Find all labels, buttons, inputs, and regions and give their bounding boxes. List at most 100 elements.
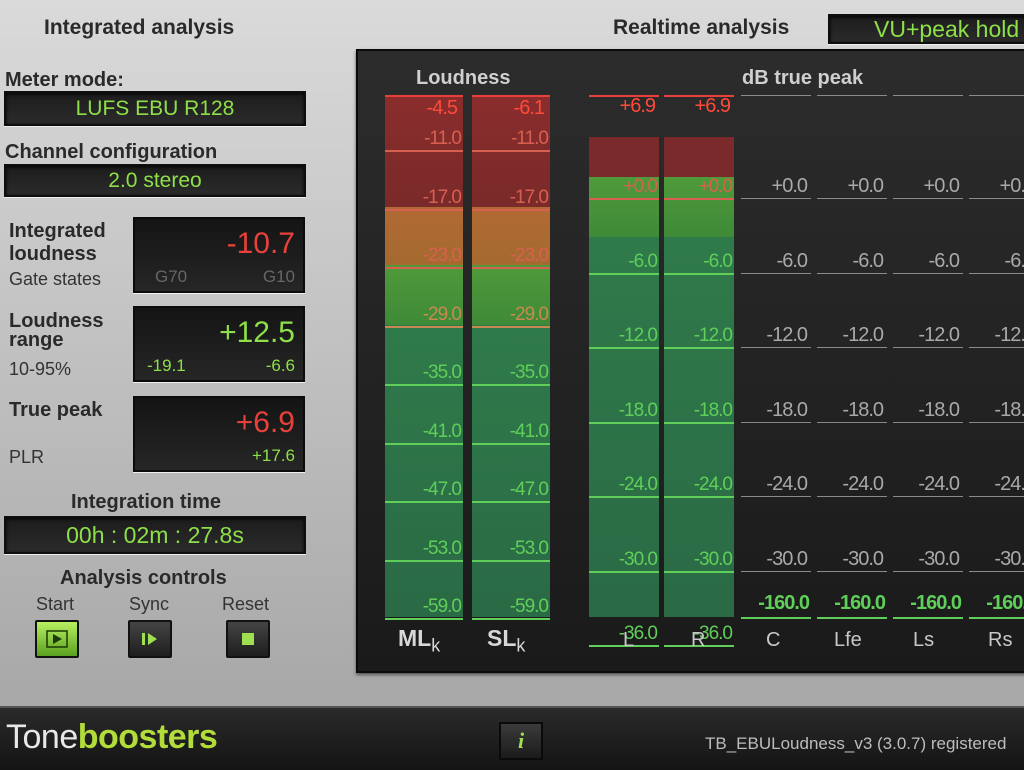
scale-tick bbox=[817, 421, 887, 423]
info-button[interactable]: i bbox=[499, 722, 543, 760]
gate-g70: G70 bbox=[155, 267, 188, 286]
scale-tick bbox=[817, 570, 887, 572]
scale-tick bbox=[817, 347, 887, 348]
scale-tick bbox=[385, 150, 463, 152]
scale-tick bbox=[589, 347, 659, 349]
integration-time-display: 00h : 02m : 27.8s bbox=[4, 516, 306, 554]
scale-label: -17.0 bbox=[509, 186, 549, 208]
scale-tick bbox=[385, 325, 463, 328]
sync-play-icon bbox=[142, 633, 157, 645]
scale-tick bbox=[741, 272, 811, 274]
sync-label: Sync bbox=[129, 594, 170, 614]
scale-tick bbox=[817, 496, 887, 497]
scale-tick bbox=[472, 501, 550, 503]
scale-label: -59.0 bbox=[422, 596, 462, 617]
start-button[interactable] bbox=[35, 620, 79, 658]
scale-label: -6.0 bbox=[852, 249, 884, 272]
scale-tick bbox=[472, 150, 550, 152]
scale-tick bbox=[893, 347, 963, 348]
sl-label: SLk bbox=[487, 625, 525, 657]
right-channel-meter: +6.9 +0.0 -6.0 -12.0 -18.0 -24.0 -30.0 -36.0 bbox=[664, 95, 734, 647]
scale-label: -12.0 bbox=[693, 325, 733, 346]
loudness-range-sub: 10-95% bbox=[9, 359, 72, 379]
scale-label: -18.0 bbox=[918, 398, 960, 421]
meter-mode-label: Meter mode: bbox=[5, 69, 124, 91]
scale-tick bbox=[741, 570, 811, 572]
scale-label: -6.0 bbox=[1004, 249, 1024, 272]
scale-tick bbox=[472, 559, 550, 562]
floor-tick bbox=[969, 617, 1024, 619]
scale-tick bbox=[817, 198, 887, 199]
scale-label: -18.0 bbox=[618, 399, 658, 421]
floor-value: -160.0 bbox=[910, 592, 962, 614]
gate-g10: G10 bbox=[262, 267, 295, 286]
left-channel-label: L bbox=[623, 629, 635, 651]
true-peak-value: +6.9 bbox=[235, 406, 295, 439]
scale-tick bbox=[472, 208, 550, 211]
channel-config-select[interactable]: 2.0 stereo bbox=[4, 164, 306, 197]
floor-value: -160.0 bbox=[986, 592, 1024, 614]
scale-label: -12.0 bbox=[618, 325, 658, 346]
scale-label: +0.0 bbox=[771, 175, 808, 197]
plr-value: +17.6 bbox=[251, 446, 295, 465]
short-term-loudness-meter: -6.1 -11.0 -17.0 -23.0 -29.0 -35.0 -41.0 -47.0 -… bbox=[472, 95, 550, 620]
scale-tick bbox=[385, 208, 463, 211]
ml-label-main: ML bbox=[398, 625, 432, 651]
scale-tick bbox=[664, 198, 734, 200]
scale-tick bbox=[589, 272, 659, 275]
integrated-loudness-label-1: Integrated bbox=[9, 220, 106, 242]
scale-label: -41.0 bbox=[509, 420, 549, 442]
momentary-loudness-meter: -4.5 -11.0 -17.0 -23.0 -29.0 -35.0 -41.0 -47.0 -… bbox=[385, 95, 463, 620]
true-peak-column: +0.0 -6.0 -12.0 -18.0 -24.0 -30.0 -160.0 bbox=[741, 95, 811, 619]
floor-tick bbox=[741, 617, 811, 619]
loudness-range-high: -6.6 bbox=[265, 356, 295, 375]
true-peak-column: +0.0 -6.0 -12.0 -18.0 -24.0 -30.0 -160.0 bbox=[893, 95, 963, 619]
meter-over-zone bbox=[589, 137, 659, 177]
scale-tick bbox=[589, 570, 659, 573]
scale-label: -24.0 bbox=[918, 473, 960, 495]
start-label: Start bbox=[36, 594, 75, 614]
scale-tick bbox=[969, 496, 1024, 497]
scale-label: -24.0 bbox=[618, 474, 658, 495]
analysis-controls-label: Analysis controls bbox=[60, 567, 227, 589]
scale-tick bbox=[385, 559, 463, 562]
scale-label: -59.0 bbox=[509, 596, 549, 617]
scale-label: -18.0 bbox=[693, 399, 733, 421]
scale-tick bbox=[969, 198, 1024, 199]
loudness-header: Loudness bbox=[416, 67, 511, 89]
scale-tick bbox=[472, 442, 550, 445]
sync-button[interactable] bbox=[128, 620, 172, 658]
channel-config-label: Channel configuration bbox=[5, 141, 218, 163]
integrated-loudness-display: -10.7 G70 G10 bbox=[133, 217, 305, 293]
scale-label: -12.0 bbox=[766, 324, 808, 346]
true-peak-column: +0.0 -6.0 -12.0 -18.0 -24.0 -30.0 -160.0 bbox=[817, 95, 887, 619]
scale-label: -53.0 bbox=[509, 537, 549, 559]
true-peak-column: +0.0 -6.0 -12.0 -18.0 -24.0 -30.0 -160.0 bbox=[969, 95, 1024, 619]
toneboosters-logo: Toneboosters bbox=[6, 718, 218, 757]
ml-label-sub: k bbox=[431, 635, 441, 656]
loudness-range-label-2: range bbox=[9, 329, 64, 351]
scale-label: -30.0 bbox=[918, 547, 960, 570]
meter-mode-select[interactable]: LUFS EBU R128 bbox=[4, 91, 306, 126]
scale-label: +0.0 bbox=[847, 175, 884, 197]
scale-label: -6.0 bbox=[776, 249, 808, 272]
scale-tick bbox=[472, 325, 550, 328]
realtime-mode-select[interactable]: VU+peak hold bbox=[828, 14, 1024, 44]
lfe-channel-label: Lfe bbox=[834, 629, 862, 651]
integrated-loudness-value: -10.7 bbox=[226, 227, 295, 260]
scale-label: -47.0 bbox=[509, 479, 549, 500]
play-icon bbox=[46, 630, 68, 648]
reset-button[interactable] bbox=[226, 620, 270, 658]
ls-channel-label: Ls bbox=[913, 629, 935, 651]
scale-label: -53.0 bbox=[422, 537, 462, 559]
scale-tick bbox=[589, 198, 659, 200]
left-channel-meter: +6.9 +0.0 -6.0 -12.0 -18.0 -24.0 -30.0 -36.0 bbox=[589, 95, 659, 647]
scale-tick bbox=[741, 421, 811, 423]
scale-tick bbox=[664, 347, 734, 349]
scale-tick bbox=[385, 267, 463, 269]
scale-tick bbox=[664, 421, 734, 424]
peak-hold-value: +6.9 bbox=[619, 95, 656, 117]
column-top-line bbox=[817, 95, 887, 96]
scale-tick bbox=[741, 347, 811, 348]
scale-label: -17.0 bbox=[422, 186, 462, 208]
